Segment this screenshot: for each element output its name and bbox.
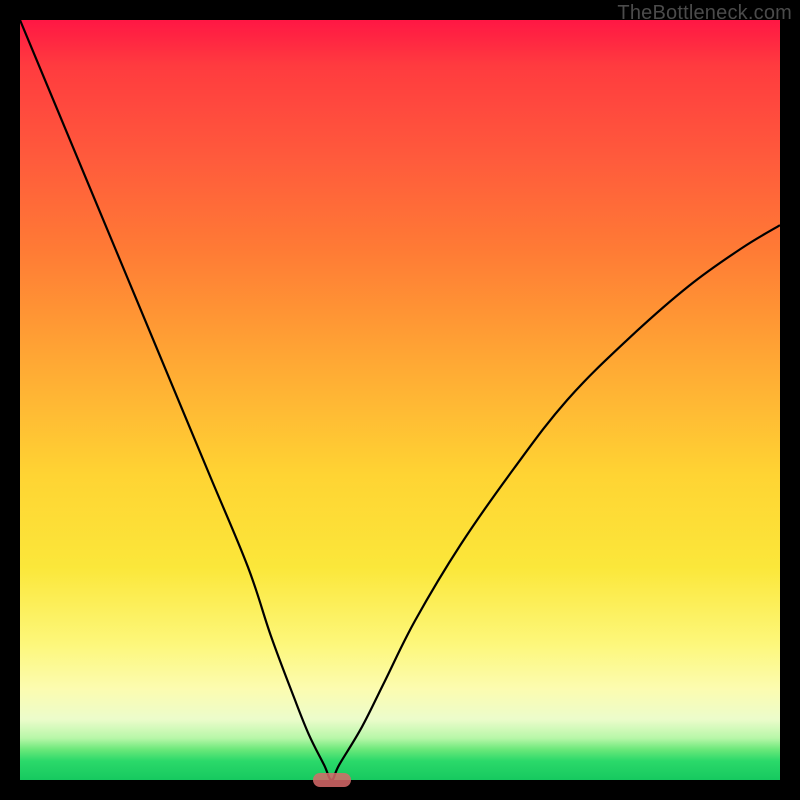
bottleneck-curve <box>20 20 780 780</box>
bottleneck-marker <box>313 773 351 787</box>
chart-frame <box>20 20 780 780</box>
bottleneck-curve-path <box>20 20 780 780</box>
